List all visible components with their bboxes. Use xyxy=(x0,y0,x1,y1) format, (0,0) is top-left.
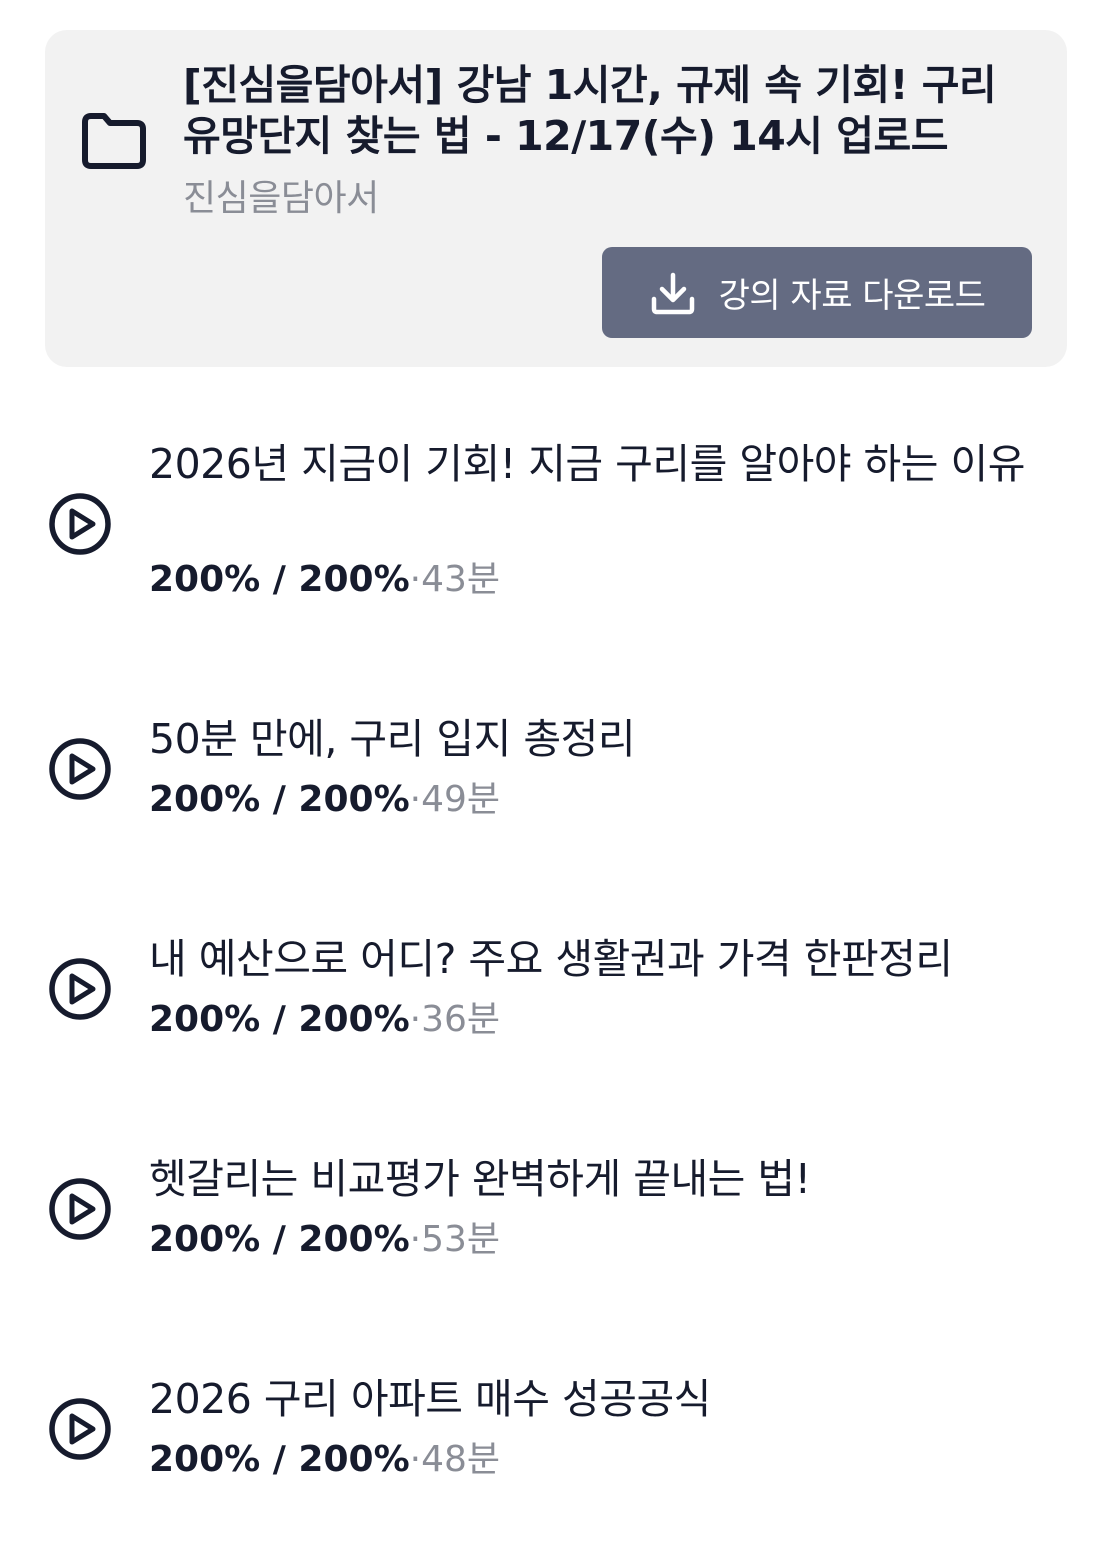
download-materials-button[interactable]: 강의 자료 다운로드 xyxy=(602,247,1032,338)
lecture-progress: 200% / 200% xyxy=(149,999,410,1040)
lecture-meta: 200% / 200%·53분 xyxy=(149,1218,500,1262)
lecture-title: 2026 구리 아파트 매수 성공공식 xyxy=(149,1375,711,1423)
lecture-duration: 53분 xyxy=(421,1219,501,1260)
lecture-item[interactable]: 헷갈리는 비교평가 완벽하게 끝내는 법! 200% / 200%·53분 xyxy=(45,1150,1067,1270)
lecture-meta: 200% / 200%·36분 xyxy=(149,998,500,1042)
lecture-item[interactable]: 2026년 지금이 기회! 지금 구리를 알아야 하는 이유 200% / 20… xyxy=(45,430,1067,610)
lecture-meta: 200% / 200%·49분 xyxy=(149,778,500,822)
lecture-title: 50분 만에, 구리 입지 총정리 xyxy=(149,715,636,763)
download-icon xyxy=(651,272,694,314)
play-circle-icon[interactable] xyxy=(47,491,113,557)
lecture-meta: 200% / 200%·48분 xyxy=(149,1438,500,1482)
play-circle-icon[interactable] xyxy=(47,1176,113,1242)
lecture-meta: 200% / 200%·43분 xyxy=(149,558,500,602)
course-title: [진심을담아서] 강남 1시간, 규제 속 기회! 구리 유망단지 찾는 법 -… xyxy=(183,61,997,160)
course-author: 진심을담아서 xyxy=(183,178,379,219)
meta-separator: · xyxy=(409,779,422,820)
lecture-progress: 200% / 200% xyxy=(149,1219,410,1260)
lecture-duration: 36분 xyxy=(421,999,501,1040)
download-materials-label: 강의 자료 다운로드 xyxy=(718,276,986,316)
play-circle-icon[interactable] xyxy=(47,956,113,1022)
lecture-progress: 200% / 200% xyxy=(149,779,410,820)
meta-separator: · xyxy=(409,999,422,1040)
lecture-duration: 43분 xyxy=(421,559,501,600)
lecture-duration: 49분 xyxy=(421,779,501,820)
course-card: [진심을담아서] 강남 1시간, 규제 속 기회! 구리 유망단지 찾는 법 -… xyxy=(45,30,1067,367)
play-circle-icon[interactable] xyxy=(47,736,113,802)
lecture-title: 2026년 지금이 기회! 지금 구리를 알아야 하는 이유 xyxy=(149,440,1025,488)
meta-separator: · xyxy=(409,1219,422,1260)
lecture-duration: 48분 xyxy=(421,1439,501,1480)
lecture-item[interactable]: 내 예산으로 어디? 주요 생활권과 가격 한판정리 200% / 200%·3… xyxy=(45,930,1067,1050)
meta-separator: · xyxy=(409,559,422,600)
meta-separator: · xyxy=(409,1439,422,1480)
lecture-progress: 200% / 200% xyxy=(149,559,410,600)
lecture-item[interactable]: 2026 구리 아파트 매수 성공공식 200% / 200%·48분 xyxy=(45,1370,1067,1490)
folder-icon xyxy=(82,113,146,169)
lecture-title: 헷갈리는 비교평가 완벽하게 끝내는 법! xyxy=(149,1155,811,1203)
lecture-item[interactable]: 50분 만에, 구리 입지 총정리 200% / 200%·49분 xyxy=(45,710,1067,830)
play-circle-icon[interactable] xyxy=(47,1396,113,1462)
lecture-title: 내 예산으로 어디? 주요 생활권과 가격 한판정리 xyxy=(149,935,953,983)
lecture-progress: 200% / 200% xyxy=(149,1439,410,1480)
